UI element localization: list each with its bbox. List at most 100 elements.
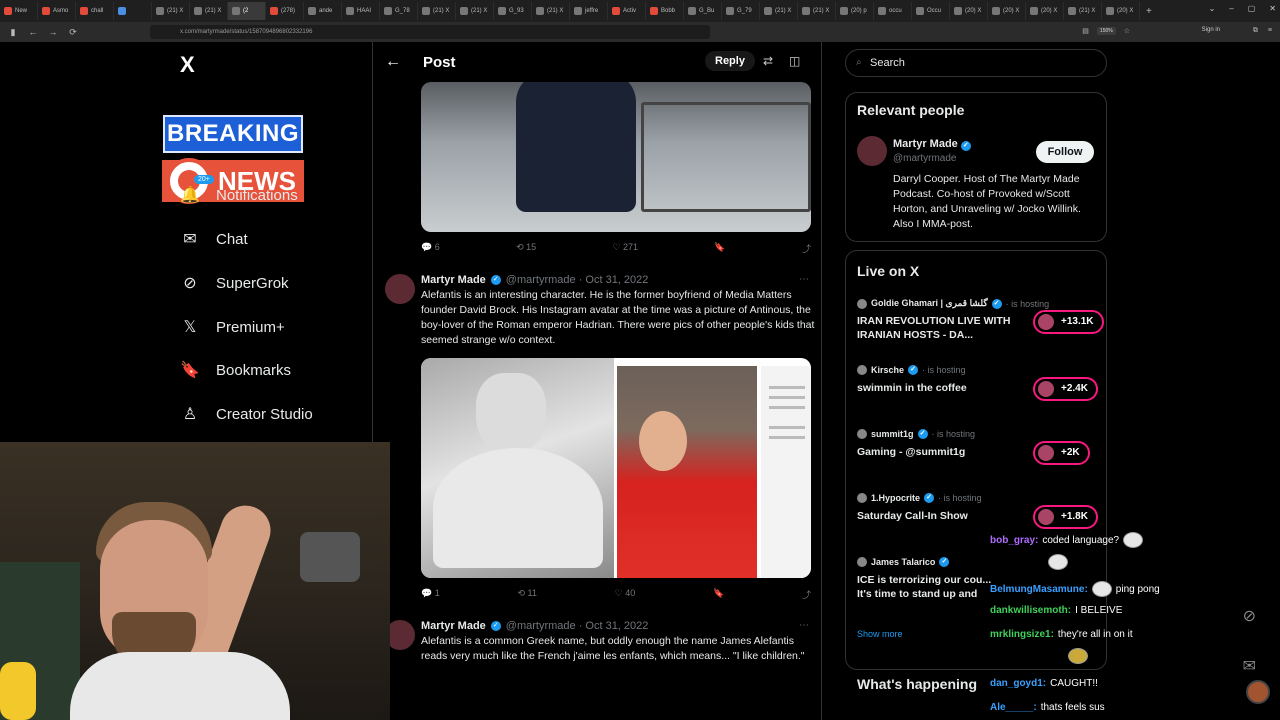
author-handle[interactable]: @martyrmade · Oct 31, 2022 xyxy=(506,274,649,286)
minimize-icon[interactable]: – xyxy=(1229,4,1233,13)
tweet-video[interactable] xyxy=(421,82,811,232)
browser-tab[interactable]: (21) X xyxy=(532,2,570,20)
statue-image[interactable] xyxy=(421,358,614,578)
share-icon[interactable]: ⤴ xyxy=(802,242,811,255)
person-handle[interactable]: @martyrmade xyxy=(893,153,957,164)
nav-creator-studio[interactable]: ♙ Creator Studio xyxy=(180,404,313,424)
nav-supergrok[interactable]: ⊘ SuperGrok xyxy=(180,273,288,293)
like-icon[interactable]: ♡ 40 xyxy=(615,588,636,601)
browser-tab[interactable]: (2 xyxy=(228,2,266,20)
live-listener-pill[interactable]: +2.4K xyxy=(1033,377,1098,401)
more-options-icon[interactable]: ⋯ xyxy=(799,274,809,285)
like-icon[interactable]: ♡ 271 xyxy=(612,242,638,255)
browser-tab[interactable]: G_79 xyxy=(722,2,760,20)
tab-list-icon[interactable]: ⌄ xyxy=(1209,4,1216,13)
new-tab-button[interactable]: + xyxy=(1140,6,1158,17)
avatar[interactable] xyxy=(857,136,887,166)
repost-icon[interactable]: ⟲ 11 xyxy=(517,588,536,601)
browser-tab[interactable]: (21) X xyxy=(760,2,798,20)
forward-icon[interactable]: → xyxy=(48,27,58,37)
browser-tab[interactable]: (278) xyxy=(266,2,304,20)
adjust-icon[interactable]: ⇄ xyxy=(763,54,773,68)
browser-tab[interactable]: (21) X xyxy=(456,2,494,20)
follow-button[interactable]: Follow xyxy=(1036,141,1094,163)
child-photo[interactable] xyxy=(617,366,757,578)
browser-tab[interactable]: (21) X xyxy=(190,2,228,20)
reload-icon[interactable]: ⟳ xyxy=(68,27,78,38)
back-arrow-icon[interactable]: ← xyxy=(385,53,401,71)
mail-icon[interactable]: ✉ xyxy=(1243,656,1256,676)
live-listener-pill[interactable]: +13.1K xyxy=(1033,310,1104,334)
author-name[interactable]: Martyr Made xyxy=(421,274,486,286)
x-logo-icon[interactable]: X xyxy=(180,52,195,78)
sidebar-toggle-icon[interactable]: ▮ xyxy=(8,27,18,38)
avatar[interactable] xyxy=(385,274,415,304)
browser-tab[interactable]: chall xyxy=(76,2,114,20)
browser-tab[interactable]: New xyxy=(0,2,38,20)
browser-tab[interactable]: (20) X xyxy=(950,2,988,20)
menu-icon[interactable]: ≡ xyxy=(1268,27,1272,35)
nav-premium[interactable]: 𝕏 Premium+ xyxy=(180,317,285,337)
browser-tab[interactable]: Bobb xyxy=(646,2,684,20)
browser-tab[interactable]: (20) p xyxy=(836,2,874,20)
browser-tab[interactable]: G_Bu xyxy=(684,2,722,20)
more-options-icon[interactable]: ⋯ xyxy=(799,620,809,631)
browser-tab[interactable]: (20) X xyxy=(1026,2,1064,20)
reply-icon[interactable]: 💬 1 xyxy=(421,588,440,601)
browser-tab[interactable]: Occu xyxy=(912,2,950,20)
zoom-level[interactable]: 150% xyxy=(1096,27,1116,35)
maximize-icon[interactable]: ▢ xyxy=(1248,4,1256,13)
browser-tab[interactable] xyxy=(114,2,152,20)
browser-tab[interactable]: (21) X xyxy=(798,2,836,20)
browser-tab[interactable]: Activ xyxy=(608,2,646,20)
browser-tab[interactable]: ande xyxy=(304,2,342,20)
live-item[interactable]: Kirsche ✓ · is hosting swimmin in the coff… xyxy=(857,365,1107,409)
person-name[interactable]: Martyr Made ✓ xyxy=(893,138,971,151)
reader-view-icon[interactable]: ◫ xyxy=(789,54,800,68)
repost-icon[interactable]: ⟲ 15 xyxy=(516,242,536,255)
browser-tab[interactable]: G_93 xyxy=(494,2,532,20)
show-more-link[interactable]: Show more xyxy=(857,629,903,639)
browser-tab[interactable]: occu xyxy=(874,2,912,20)
browser-tab[interactable]: HAAI xyxy=(342,2,380,20)
bookmark-icon[interactable]: 🔖 xyxy=(713,588,724,601)
nav-chat[interactable]: ✉ Chat xyxy=(180,229,247,249)
reply-button[interactable]: Reply xyxy=(705,51,755,71)
browser-tab[interactable]: (21) X xyxy=(152,2,190,20)
tweet-header: Martyr Made ✓ @martyrmade · Oct 31, 2022 xyxy=(421,620,648,632)
chat-username: mrklingsize1: xyxy=(990,629,1054,640)
author-handle[interactable]: @martyrmade · Oct 31, 2022 xyxy=(506,620,649,632)
star-icon[interactable]: ☆ xyxy=(1124,27,1130,35)
browser-tab[interactable]: G_78 xyxy=(380,2,418,20)
reply-icon[interactable]: 💬 6 xyxy=(421,242,440,255)
search-input[interactable]: ⌕ Search xyxy=(845,49,1107,77)
tweet[interactable]: Martyr Made ✓ @martyrmade · Oct 31, 2022… xyxy=(385,620,815,690)
nav-bookmarks[interactable]: 🔖 Bookmarks xyxy=(180,360,291,380)
browser-tab[interactable]: (21) X xyxy=(418,2,456,20)
extensions-icon[interactable]: ⧉ xyxy=(1253,27,1258,35)
tweet[interactable]: Martyr Made ✓ @martyrmade · Oct 31, 2022… xyxy=(385,274,815,354)
url-field[interactable]: x.com/martyrmade/status/1587094896802332… xyxy=(150,25,710,39)
live-listener-pill[interactable]: +1.8K xyxy=(1033,505,1098,529)
live-item[interactable]: Goldie Ghamari | گلشا قمری ✓ · is hosting … xyxy=(857,298,1107,346)
sign-in-button[interactable]: Sign in xyxy=(1202,27,1220,33)
tweet-media[interactable] xyxy=(421,358,811,578)
screenshot-panel[interactable] xyxy=(761,366,811,578)
browser-tab[interactable]: jeffre xyxy=(570,2,608,20)
nav-notifications[interactable]: 🔔 20+ Notifications xyxy=(180,175,298,205)
live-item[interactable]: summit1g ✓ · is hosting Gaming - @summit1g… xyxy=(857,429,1107,473)
author-name[interactable]: Martyr Made xyxy=(421,620,486,632)
browser-tab[interactable]: (20) X xyxy=(1102,2,1140,20)
browser-tab[interactable]: (21) X xyxy=(1064,2,1102,20)
avatar[interactable] xyxy=(1246,680,1270,704)
live-listener-pill[interactable]: +2K xyxy=(1033,441,1090,465)
back-icon[interactable]: ← xyxy=(28,27,38,37)
bookmark-icon[interactable]: 🔖 xyxy=(714,242,725,255)
close-icon[interactable]: ✕ xyxy=(1269,4,1276,13)
window-controls[interactable]: ⌄ – ▢ ✕ xyxy=(1209,4,1276,13)
grok-icon[interactable]: ⊘ xyxy=(1243,606,1256,626)
browser-tab[interactable]: Asmo xyxy=(38,2,76,20)
browser-tab[interactable]: (20) X xyxy=(988,2,1026,20)
share-icon[interactable]: ⤴ xyxy=(802,588,811,601)
reader-icon[interactable]: ▤ xyxy=(1082,27,1089,35)
